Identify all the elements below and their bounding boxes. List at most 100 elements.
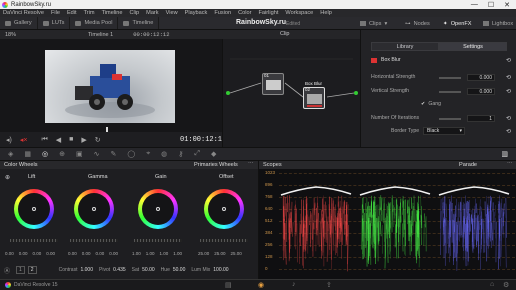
- play-button[interactable]: ▶: [81, 136, 86, 144]
- qualifier-icon[interactable]: ✎: [111, 150, 117, 158]
- gain-g[interactable]: 1.00: [160, 251, 169, 256]
- audio-icon[interactable]: ◂): [6, 136, 12, 144]
- wheels-mode-select[interactable]: Primaries Wheels: [194, 162, 238, 168]
- gang-checkbox[interactable]: ✔: [421, 101, 425, 107]
- key-icon[interactable]: ⚷: [178, 150, 183, 158]
- menu-file[interactable]: File: [51, 10, 60, 16]
- iterations-value[interactable]: 1: [467, 115, 495, 122]
- pivot-value[interactable]: 0.435: [113, 267, 126, 273]
- menu-color[interactable]: Color: [238, 10, 251, 16]
- menu-help[interactable]: Help: [320, 10, 332, 16]
- gamma-r[interactable]: 0.00: [82, 251, 91, 256]
- horizontal-strength-slider[interactable]: [439, 77, 461, 79]
- lift-b[interactable]: 0.00: [46, 251, 55, 256]
- clip-label[interactable]: Clip: [280, 31, 289, 37]
- zoom-select[interactable]: 18%: [5, 32, 16, 38]
- gamma-b[interactable]: 0.00: [109, 251, 118, 256]
- step-back-button[interactable]: ◀: [56, 136, 61, 144]
- gain-crosshair[interactable]: [156, 207, 160, 211]
- node-box-blur[interactable]: Box Blur 02: [303, 81, 325, 109]
- menu-workspace[interactable]: Workspace: [285, 10, 313, 16]
- contrast-value[interactable]: 1.000: [80, 267, 93, 273]
- color-match-icon[interactable]: ▦: [24, 150, 31, 158]
- iterations-slider[interactable]: [439, 118, 461, 120]
- tracker-icon[interactable]: ⌖: [146, 150, 150, 158]
- nodes-button[interactable]: ⊶ Nodes: [405, 17, 430, 30]
- lift-jog-wheel[interactable]: [10, 239, 58, 242]
- node-editor[interactable]: 01 Box Blur 02: [222, 39, 360, 147]
- hue-value[interactable]: 50.00: [173, 267, 186, 273]
- lightbox-button[interactable]: Lightbox: [483, 17, 513, 30]
- skip-start-button[interactable]: ⏮: [41, 136, 47, 144]
- fairlight-page-icon[interactable]: ♪: [292, 281, 296, 288]
- settings-icon[interactable]: ⚙: [503, 281, 509, 289]
- color-wheels-icon[interactable]: ◎: [42, 150, 48, 158]
- offset-b[interactable]: 25.00: [231, 251, 242, 256]
- openfx-button[interactable]: ✦ OpenFX: [443, 17, 472, 30]
- media-page-icon[interactable]: ▤: [225, 281, 232, 289]
- gain-r[interactable]: 1.00: [146, 251, 155, 256]
- offset-r[interactable]: 25.00: [198, 251, 209, 256]
- lum-mix-value[interactable]: 100.00: [213, 267, 228, 273]
- border-type-select[interactable]: Black ▾: [423, 127, 465, 135]
- reset-border-icon[interactable]: ⟲: [506, 128, 511, 135]
- playhead[interactable]: [106, 127, 108, 132]
- timeline-button[interactable]: Timeline: [118, 17, 160, 29]
- reset-horizontal-icon[interactable]: ⟲: [506, 74, 511, 81]
- menu-timeline[interactable]: Timeline: [102, 10, 123, 16]
- loop-button[interactable]: ↻: [95, 136, 101, 144]
- gamma-g[interactable]: 0.00: [96, 251, 105, 256]
- lift-reset-icon[interactable]: ⊕: [5, 174, 10, 181]
- media-pool-button[interactable]: Media Pool: [70, 17, 119, 29]
- horizontal-strength-value[interactable]: 0.000: [467, 74, 495, 81]
- menu-view[interactable]: View: [166, 10, 178, 16]
- effect-header[interactable]: Box Blur: [371, 57, 401, 63]
- clips-button[interactable]: Clips ▾: [360, 17, 387, 30]
- lift-y[interactable]: 0.00: [5, 251, 14, 256]
- offset-jog-wheel[interactable]: [200, 239, 248, 242]
- offset-crosshair[interactable]: [222, 207, 226, 211]
- scopes-icon[interactable]: ▥: [501, 150, 508, 158]
- window-icon[interactable]: ◯: [127, 150, 135, 158]
- gamma-crosshair[interactable]: [92, 207, 96, 211]
- scope-mode-select[interactable]: Parade: [459, 162, 477, 168]
- gain-b[interactable]: 1.00: [173, 251, 182, 256]
- menu-clip[interactable]: Clip: [130, 10, 140, 16]
- vertical-strength-value[interactable]: 0.000: [467, 88, 495, 95]
- maximize-button[interactable]: ☐: [488, 1, 494, 9]
- menu-fusion[interactable]: Fusion: [214, 10, 231, 16]
- minimize-button[interactable]: —: [471, 1, 478, 9]
- 3d-icon[interactable]: ◆: [211, 150, 216, 158]
- menu-edit[interactable]: Edit: [67, 10, 77, 16]
- tab-settings[interactable]: Settings: [439, 42, 507, 51]
- sizing-icon[interactable]: ⤢: [194, 150, 200, 158]
- page-1-button[interactable]: 1: [16, 266, 25, 274]
- lift-r[interactable]: 0.00: [19, 251, 28, 256]
- menu-fairlight[interactable]: Fairlight: [259, 10, 279, 16]
- camera-raw-icon[interactable]: ◈: [8, 150, 13, 158]
- gallery-button[interactable]: Gallery: [0, 17, 38, 29]
- reset-icon[interactable]: ⟲: [506, 57, 511, 64]
- gain-y[interactable]: 1.00: [132, 251, 141, 256]
- deliver-page-icon[interactable]: ⇪: [326, 281, 332, 289]
- lift-crosshair[interactable]: [32, 207, 36, 211]
- more-icon[interactable]: ⋯: [248, 161, 254, 167]
- timeline-name[interactable]: Timeline 1: [88, 32, 113, 38]
- node-01[interactable]: 01: [262, 73, 284, 95]
- offset-g[interactable]: 25.00: [214, 251, 225, 256]
- gamma-y[interactable]: 0.00: [68, 251, 77, 256]
- gang-row[interactable]: ✔ Gang: [421, 101, 441, 107]
- mute-icon[interactable]: ◂×: [20, 136, 28, 144]
- curves-icon[interactable]: ∿: [94, 150, 100, 158]
- tab-library[interactable]: Library: [371, 42, 439, 51]
- vertical-strength-slider[interactable]: [439, 91, 461, 93]
- gain-jog-wheel[interactable]: [134, 239, 182, 242]
- stop-button[interactable]: ■: [69, 136, 73, 143]
- luts-button[interactable]: LUTs: [38, 17, 71, 29]
- menu-trim[interactable]: Trim: [84, 10, 95, 16]
- blur-icon[interactable]: ◍: [161, 150, 167, 158]
- reset-vertical-icon[interactable]: ⟲: [506, 88, 511, 95]
- sat-value[interactable]: 50.00: [142, 267, 155, 273]
- color-page-icon[interactable]: ◉: [258, 281, 264, 289]
- page-2-button[interactable]: 2: [27, 266, 37, 274]
